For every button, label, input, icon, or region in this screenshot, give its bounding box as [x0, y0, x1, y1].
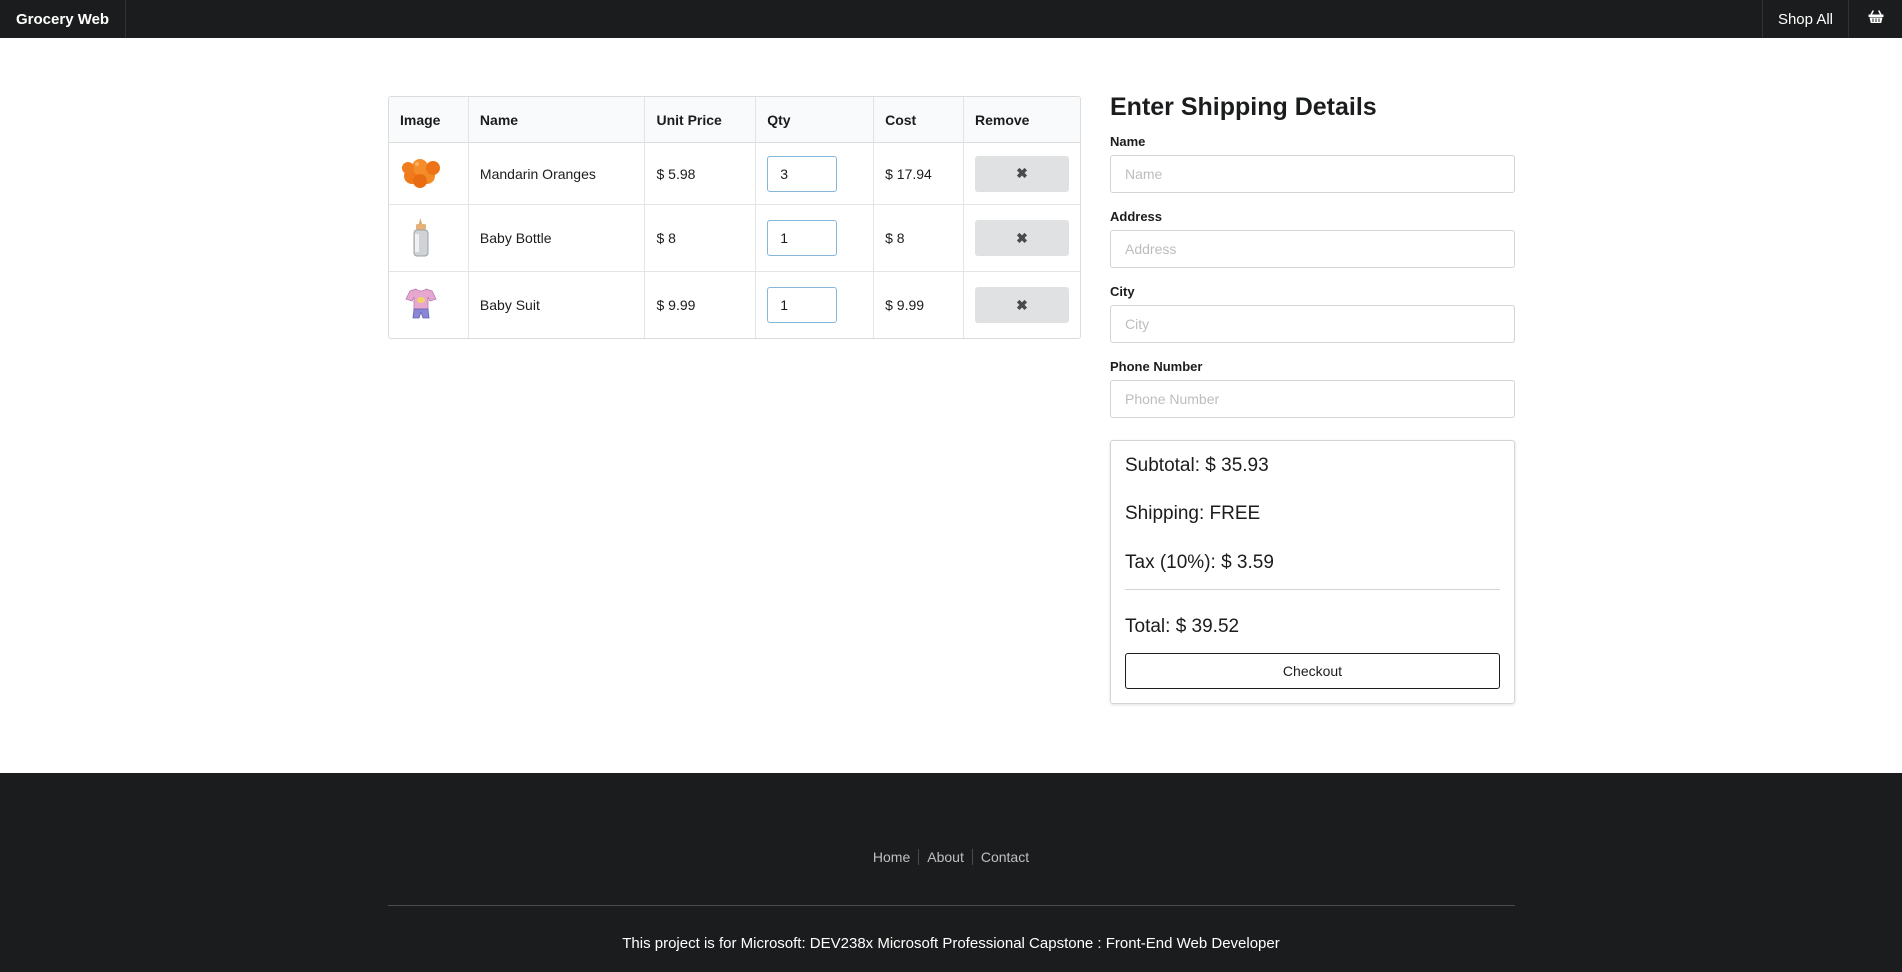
remove-item-button[interactable]: ✖ [975, 155, 1069, 192]
table-header-row: Image Name Unit Price Qty Cost Remove [389, 97, 1080, 143]
top-navbar: Grocery Web Shop All [0, 0, 1902, 38]
product-image-cell [389, 272, 469, 338]
product-image-cell [389, 143, 469, 205]
shipping-form: Enter Shipping Details Name Address City… [1110, 92, 1515, 433]
product-cost: $ 8 [874, 205, 964, 272]
column-header-unit-price: Unit Price [645, 97, 757, 143]
checkout-button[interactable]: Checkout [1125, 653, 1500, 689]
shipping-text: Shipping: FREE [1125, 503, 1261, 524]
product-unit-price: $ 8 [645, 205, 757, 272]
remove-item-button[interactable]: ✖ [975, 220, 1069, 256]
baby-suit-icon [400, 288, 442, 324]
product-name: Baby Bottle [468, 205, 646, 272]
shop-all-link[interactable]: Shop All [1761, 0, 1848, 38]
qty-cell [756, 272, 875, 338]
remove-cell: ✖ [964, 272, 1080, 338]
table-row: Baby Bottle $ 8 $ 8 ✖ [389, 205, 1080, 272]
product-unit-price: $ 5.98 [645, 143, 757, 205]
qty-cell [756, 205, 875, 272]
remove-item-button[interactable]: ✖ [975, 287, 1069, 323]
column-header-name: Name [468, 97, 646, 143]
product-name: Baby Suit [469, 272, 646, 338]
shipping-heading: Enter Shipping Details [1110, 93, 1377, 121]
table-row: Mandarin Oranges $ 5.98 $ 17.94 ✖ [389, 143, 1080, 205]
cart-table: Image Name Unit Price Qty Cost Remove Ma… [388, 96, 1081, 339]
baby-bottle-icon [400, 217, 442, 261]
remove-cell: ✖ [964, 143, 1080, 205]
table-row: Baby Suit $ 9.99 $ 9.99 ✖ [389, 272, 1080, 338]
navbar-spacer [126, 0, 1762, 38]
product-cost: $ 17.94 [874, 143, 964, 205]
qty-input[interactable] [767, 220, 838, 256]
remove-cell: ✖ [964, 205, 1080, 272]
column-header-image: Image [389, 97, 469, 143]
column-header-qty: Qty [756, 97, 875, 143]
footer-note: This project is for Microsoft: DEV238x M… [622, 935, 1280, 952]
phone-label: Phone Number [1110, 359, 1203, 374]
oranges-icon [400, 159, 442, 193]
footer: Home About Contact This project is for M… [0, 773, 1902, 972]
phone-field[interactable] [1110, 380, 1515, 418]
close-icon: ✖ [1016, 296, 1028, 313]
close-icon: ✖ [1016, 229, 1028, 246]
qty-input[interactable] [767, 155, 838, 192]
tax-text: Tax (10%): $ 3.59 [1125, 552, 1274, 573]
product-unit-price: $ 9.99 [645, 272, 757, 338]
product-image-cell [389, 205, 469, 272]
footer-link-contact[interactable]: Contact [973, 849, 1037, 865]
footer-link-about[interactable]: About [919, 849, 972, 865]
city-label: City [1110, 284, 1135, 299]
qty-cell [756, 143, 875, 205]
order-summary-card: Subtotal: $ 35.93 Shipping: FREE Tax (10… [1110, 440, 1515, 704]
footer-links: Home About Contact [0, 849, 1902, 865]
name-label: Name [1110, 134, 1146, 149]
subtotal-text: Subtotal: $ 35.93 [1125, 455, 1269, 476]
product-cost: $ 9.99 [874, 272, 964, 338]
summary-divider [1125, 589, 1500, 590]
city-field[interactable] [1110, 305, 1515, 343]
footer-link-home[interactable]: Home [865, 849, 918, 865]
product-name: Mandarin Oranges [468, 143, 646, 205]
total-text: Total: $ 39.52 [1125, 616, 1240, 637]
close-icon: ✖ [1016, 165, 1028, 181]
cart-button[interactable] [1848, 0, 1902, 38]
name-field[interactable] [1110, 155, 1515, 193]
column-header-cost: Cost [874, 97, 964, 143]
basket-icon [1868, 10, 1884, 28]
footer-divider [388, 905, 1515, 906]
address-field[interactable] [1110, 230, 1515, 268]
brand-link[interactable]: Grocery Web [0, 0, 127, 38]
address-label: Address [1110, 209, 1163, 224]
qty-input[interactable] [767, 287, 838, 323]
column-header-remove: Remove [964, 97, 1080, 143]
